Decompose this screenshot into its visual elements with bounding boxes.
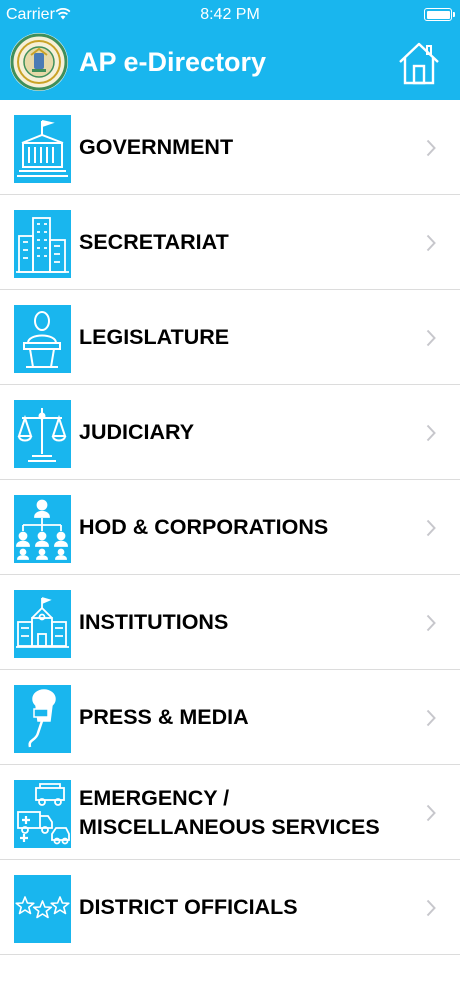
menu-item-secretariat[interactable]: SECRETARIAT <box>0 195 460 290</box>
chevron-right-icon <box>426 519 436 537</box>
menu-item-judiciary[interactable]: JUDICIARY <box>0 385 460 480</box>
stars-icon <box>14 875 71 943</box>
chevron-right-icon <box>426 234 436 252</box>
home-icon[interactable] <box>397 40 441 86</box>
menu-item-label: DISTRICT OFFICIALS <box>79 895 298 919</box>
menu-item-label: HOD & CORPORATIONS <box>79 515 329 539</box>
menu-item-label: GOVERNMENT <box>79 135 234 159</box>
menu-item-label: EMERGENCY / MISCELLANEOUS SERVICES <box>79 785 380 839</box>
app-header: Carrier 8:42 PM AP e-Directory <box>0 0 460 100</box>
menu-item-legislature[interactable]: LEGISLATURE <box>0 290 460 385</box>
microphone-icon <box>14 685 71 753</box>
chevron-right-icon <box>426 424 436 442</box>
chevron-right-icon <box>426 709 436 727</box>
chevron-right-icon <box>426 139 436 157</box>
menu-item-district-officials[interactable]: DISTRICT OFFICIALS <box>0 860 460 955</box>
menu-item-government[interactable]: GOVERNMENT <box>0 100 460 195</box>
menu-item-label: LEGISLATURE <box>79 325 230 349</box>
menu-item-emergency-services[interactable]: EMERGENCY / MISCELLANEOUS SERVICES <box>0 765 460 860</box>
chevron-right-icon <box>426 899 436 917</box>
directory-menu: GOVERNMENT SECRETARIAT LEGISLATURE JUDIC… <box>0 100 460 955</box>
menu-item-hod-corporations[interactable]: HOD & CORPORATIONS <box>0 480 460 575</box>
scales-of-justice-icon <box>14 400 71 468</box>
battery-icon <box>424 8 455 21</box>
secretariat-building-icon <box>14 210 71 278</box>
status-bar: Carrier 8:42 PM <box>0 0 460 30</box>
ap-emblem-logo <box>10 33 68 91</box>
clock: 8:42 PM <box>200 6 260 23</box>
menu-item-label: PRESS & MEDIA <box>79 705 249 729</box>
menu-item-label: JUDICIARY <box>79 420 195 444</box>
menu-item-label: SECRETARIAT <box>79 230 229 254</box>
app-title: AP e-Directory <box>79 47 267 77</box>
emergency-vehicles-icon <box>14 780 71 848</box>
speaker-podium-icon <box>14 305 71 373</box>
government-building-icon <box>14 115 71 183</box>
school-building-icon <box>14 590 71 658</box>
chevron-right-icon <box>426 329 436 347</box>
menu-item-press-media[interactable]: PRESS & MEDIA <box>0 670 460 765</box>
menu-item-label: INSTITUTIONS <box>79 610 229 634</box>
org-chart-icon <box>14 495 71 563</box>
chevron-right-icon <box>426 614 436 632</box>
menu-item-institutions[interactable]: INSTITUTIONS <box>0 575 460 670</box>
chevron-right-icon <box>426 804 436 822</box>
